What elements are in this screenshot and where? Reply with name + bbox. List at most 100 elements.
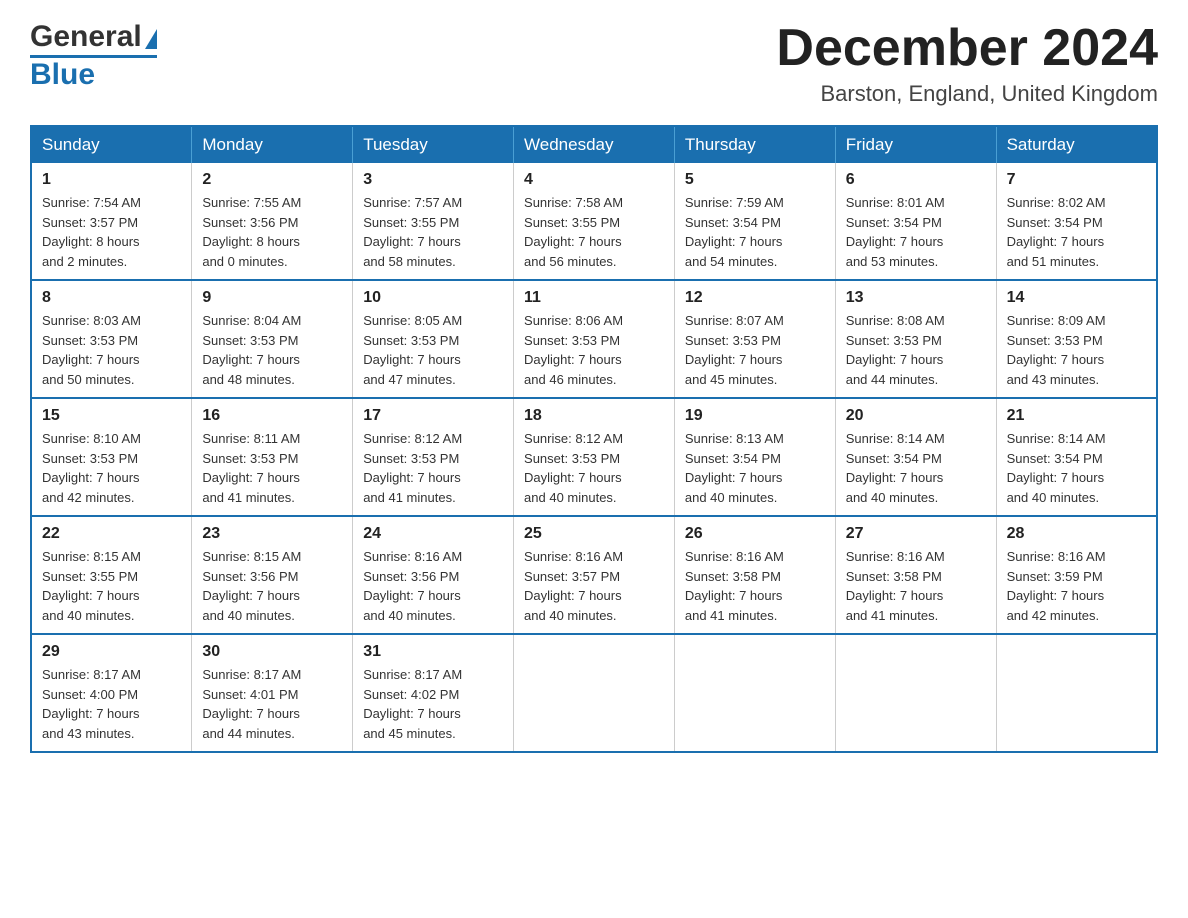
day-info: Sunrise: 8:16 AMSunset: 3:59 PMDaylight:… xyxy=(1007,549,1106,623)
day-info: Sunrise: 8:08 AMSunset: 3:53 PMDaylight:… xyxy=(846,313,945,387)
day-info: Sunrise: 7:57 AMSunset: 3:55 PMDaylight:… xyxy=(363,195,462,269)
day-info: Sunrise: 8:16 AMSunset: 3:56 PMDaylight:… xyxy=(363,549,462,623)
col-thursday: Thursday xyxy=(674,126,835,163)
day-number: 27 xyxy=(846,525,986,543)
calendar-cell: 18 Sunrise: 8:12 AMSunset: 3:53 PMDaylig… xyxy=(514,398,675,516)
day-info: Sunrise: 8:16 AMSunset: 3:58 PMDaylight:… xyxy=(846,549,945,623)
calendar-cell: 17 Sunrise: 8:12 AMSunset: 3:53 PMDaylig… xyxy=(353,398,514,516)
calendar-cell xyxy=(674,634,835,752)
day-info: Sunrise: 8:17 AMSunset: 4:02 PMDaylight:… xyxy=(363,667,462,741)
day-number: 1 xyxy=(42,171,181,189)
calendar-cell xyxy=(996,634,1157,752)
day-info: Sunrise: 8:10 AMSunset: 3:53 PMDaylight:… xyxy=(42,431,141,505)
calendar-cell: 9 Sunrise: 8:04 AMSunset: 3:53 PMDayligh… xyxy=(192,280,353,398)
day-info: Sunrise: 8:11 AMSunset: 3:53 PMDaylight:… xyxy=(202,431,300,505)
logo-general-text: General xyxy=(30,20,142,54)
col-wednesday: Wednesday xyxy=(514,126,675,163)
calendar-cell: 13 Sunrise: 8:08 AMSunset: 3:53 PMDaylig… xyxy=(835,280,996,398)
day-info: Sunrise: 8:16 AMSunset: 3:57 PMDaylight:… xyxy=(524,549,623,623)
calendar-cell: 31 Sunrise: 8:17 AMSunset: 4:02 PMDaylig… xyxy=(353,634,514,752)
calendar-cell: 4 Sunrise: 7:58 AMSunset: 3:55 PMDayligh… xyxy=(514,163,675,280)
calendar-cell: 23 Sunrise: 8:15 AMSunset: 3:56 PMDaylig… xyxy=(192,516,353,634)
day-number: 20 xyxy=(846,407,986,425)
logo-arrow-icon xyxy=(145,29,157,49)
day-info: Sunrise: 8:03 AMSunset: 3:53 PMDaylight:… xyxy=(42,313,141,387)
day-number: 24 xyxy=(363,525,503,543)
day-number: 21 xyxy=(1007,407,1146,425)
day-number: 6 xyxy=(846,171,986,189)
calendar-week-2: 8 Sunrise: 8:03 AMSunset: 3:53 PMDayligh… xyxy=(31,280,1157,398)
day-number: 30 xyxy=(202,643,342,661)
day-number: 4 xyxy=(524,171,664,189)
title-block: December 2024 Barston, England, United K… xyxy=(776,20,1158,107)
day-number: 28 xyxy=(1007,525,1146,543)
day-number: 23 xyxy=(202,525,342,543)
day-info: Sunrise: 8:12 AMSunset: 3:53 PMDaylight:… xyxy=(524,431,623,505)
calendar-cell: 5 Sunrise: 7:59 AMSunset: 3:54 PMDayligh… xyxy=(674,163,835,280)
day-number: 29 xyxy=(42,643,181,661)
day-info: Sunrise: 8:17 AMSunset: 4:01 PMDaylight:… xyxy=(202,667,301,741)
day-info: Sunrise: 8:07 AMSunset: 3:53 PMDaylight:… xyxy=(685,313,784,387)
day-number: 12 xyxy=(685,289,825,307)
calendar-table: Sunday Monday Tuesday Wednesday Thursday… xyxy=(30,125,1158,753)
calendar-week-1: 1 Sunrise: 7:54 AMSunset: 3:57 PMDayligh… xyxy=(31,163,1157,280)
col-tuesday: Tuesday xyxy=(353,126,514,163)
calendar-cell: 22 Sunrise: 8:15 AMSunset: 3:55 PMDaylig… xyxy=(31,516,192,634)
calendar-week-3: 15 Sunrise: 8:10 AMSunset: 3:53 PMDaylig… xyxy=(31,398,1157,516)
day-number: 7 xyxy=(1007,171,1146,189)
calendar-cell: 3 Sunrise: 7:57 AMSunset: 3:55 PMDayligh… xyxy=(353,163,514,280)
day-info: Sunrise: 8:13 AMSunset: 3:54 PMDaylight:… xyxy=(685,431,784,505)
day-number: 14 xyxy=(1007,289,1146,307)
calendar-cell: 20 Sunrise: 8:14 AMSunset: 3:54 PMDaylig… xyxy=(835,398,996,516)
calendar-title: December 2024 xyxy=(776,20,1158,77)
day-number: 13 xyxy=(846,289,986,307)
day-info: Sunrise: 7:58 AMSunset: 3:55 PMDaylight:… xyxy=(524,195,623,269)
day-info: Sunrise: 8:14 AMSunset: 3:54 PMDaylight:… xyxy=(846,431,945,505)
day-info: Sunrise: 8:14 AMSunset: 3:54 PMDaylight:… xyxy=(1007,431,1106,505)
calendar-cell xyxy=(514,634,675,752)
day-number: 15 xyxy=(42,407,181,425)
calendar-week-5: 29 Sunrise: 8:17 AMSunset: 4:00 PMDaylig… xyxy=(31,634,1157,752)
day-number: 11 xyxy=(524,289,664,307)
day-info: Sunrise: 7:55 AMSunset: 3:56 PMDaylight:… xyxy=(202,195,301,269)
day-number: 19 xyxy=(685,407,825,425)
calendar-cell: 14 Sunrise: 8:09 AMSunset: 3:53 PMDaylig… xyxy=(996,280,1157,398)
calendar-cell: 6 Sunrise: 8:01 AMSunset: 3:54 PMDayligh… xyxy=(835,163,996,280)
day-info: Sunrise: 8:05 AMSunset: 3:53 PMDaylight:… xyxy=(363,313,462,387)
calendar-cell: 2 Sunrise: 7:55 AMSunset: 3:56 PMDayligh… xyxy=(192,163,353,280)
calendar-cell: 1 Sunrise: 7:54 AMSunset: 3:57 PMDayligh… xyxy=(31,163,192,280)
calendar-cell: 29 Sunrise: 8:17 AMSunset: 4:00 PMDaylig… xyxy=(31,634,192,752)
day-number: 10 xyxy=(363,289,503,307)
day-number: 22 xyxy=(42,525,181,543)
day-info: Sunrise: 8:15 AMSunset: 3:56 PMDaylight:… xyxy=(202,549,301,623)
logo-blue-text: Blue xyxy=(30,58,95,92)
day-number: 31 xyxy=(363,643,503,661)
col-friday: Friday xyxy=(835,126,996,163)
calendar-cell: 25 Sunrise: 8:16 AMSunset: 3:57 PMDaylig… xyxy=(514,516,675,634)
day-info: Sunrise: 8:09 AMSunset: 3:53 PMDaylight:… xyxy=(1007,313,1106,387)
day-info: Sunrise: 8:17 AMSunset: 4:00 PMDaylight:… xyxy=(42,667,141,741)
day-number: 25 xyxy=(524,525,664,543)
calendar-cell: 10 Sunrise: 8:05 AMSunset: 3:53 PMDaylig… xyxy=(353,280,514,398)
day-info: Sunrise: 8:16 AMSunset: 3:58 PMDaylight:… xyxy=(685,549,784,623)
page-header: General Blue December 2024 Barston, Engl… xyxy=(30,20,1158,107)
col-monday: Monday xyxy=(192,126,353,163)
col-sunday: Sunday xyxy=(31,126,192,163)
calendar-cell: 27 Sunrise: 8:16 AMSunset: 3:58 PMDaylig… xyxy=(835,516,996,634)
calendar-week-4: 22 Sunrise: 8:15 AMSunset: 3:55 PMDaylig… xyxy=(31,516,1157,634)
day-info: Sunrise: 8:15 AMSunset: 3:55 PMDaylight:… xyxy=(42,549,141,623)
calendar-cell: 15 Sunrise: 8:10 AMSunset: 3:53 PMDaylig… xyxy=(31,398,192,516)
day-number: 5 xyxy=(685,171,825,189)
calendar-cell: 8 Sunrise: 8:03 AMSunset: 3:53 PMDayligh… xyxy=(31,280,192,398)
calendar-cell: 7 Sunrise: 8:02 AMSunset: 3:54 PMDayligh… xyxy=(996,163,1157,280)
calendar-cell: 28 Sunrise: 8:16 AMSunset: 3:59 PMDaylig… xyxy=(996,516,1157,634)
day-number: 17 xyxy=(363,407,503,425)
day-info: Sunrise: 8:12 AMSunset: 3:53 PMDaylight:… xyxy=(363,431,462,505)
calendar-header-row: Sunday Monday Tuesday Wednesday Thursday… xyxy=(31,126,1157,163)
calendar-cell: 19 Sunrise: 8:13 AMSunset: 3:54 PMDaylig… xyxy=(674,398,835,516)
calendar-cell xyxy=(835,634,996,752)
day-number: 18 xyxy=(524,407,664,425)
logo: General Blue xyxy=(30,20,157,92)
day-number: 9 xyxy=(202,289,342,307)
calendar-cell: 30 Sunrise: 8:17 AMSunset: 4:01 PMDaylig… xyxy=(192,634,353,752)
